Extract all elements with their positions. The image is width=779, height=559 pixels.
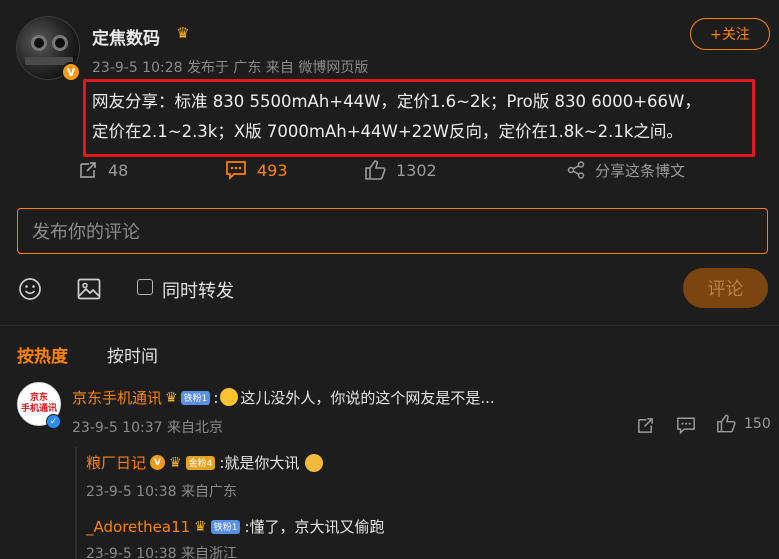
reply-time: 23-9-5 10:38 来自浙江: [86, 546, 237, 559]
comment-count: 493: [257, 160, 288, 180]
fan-badge: 铁粉1: [210, 519, 241, 534]
thumbs-up-icon: [717, 414, 736, 433]
reply-text: :懂了，京大讯又偷跑: [244, 518, 385, 536]
like-button[interactable]: 1302: [364, 158, 437, 182]
author-name[interactable]: 定焦数码: [92, 24, 160, 49]
reply-text: :就是你大讯: [219, 454, 300, 472]
share-label: 分享这条博文: [595, 161, 686, 180]
post-meta: 23-9-5 10:28 发布于 广东 来自 微博网页版: [92, 60, 369, 76]
comment-repost-icon[interactable]: [636, 416, 655, 435]
comment-text-body: 这儿没外人，你说的这个网友是不是...: [240, 389, 495, 407]
doge-emoji-icon: [305, 453, 324, 472]
submit-comment-button[interactable]: 评论: [683, 268, 768, 308]
crown-icon: ♛: [194, 518, 207, 535]
reply-author-name[interactable]: 粮厂日记: [86, 452, 146, 473]
comment-like-count: 150: [744, 415, 771, 432]
commenter-avatar-text-1: 京东: [29, 393, 48, 403]
share-icon: [567, 161, 585, 179]
verified-badge-icon: V: [61, 62, 81, 82]
reply-thread-line: [75, 447, 77, 559]
blue-verified-icon: ✓: [46, 414, 61, 429]
comment-reply-icon[interactable]: [676, 416, 696, 435]
reply-time: 23-9-5 10:38 来自广东: [86, 484, 237, 500]
crown-icon: ♛: [176, 24, 190, 42]
thumbs-up-icon: [365, 160, 386, 180]
comment-time: 23-9-5 10:37 来自北京: [72, 420, 223, 436]
repost-button[interactable]: 48: [78, 158, 128, 182]
share-button[interactable]: 分享这条博文: [567, 158, 685, 182]
comment-text: : 这儿没外人，你说的这个网友是不是...: [213, 388, 495, 407]
fan-badge: 铁粉1: [180, 390, 211, 405]
crown-icon: ♛: [165, 389, 178, 406]
repost-checkbox-label[interactable]: 同时转发: [162, 277, 234, 303]
highlight-box: [83, 79, 755, 157]
tab-sort-time[interactable]: 按时间: [107, 342, 158, 367]
comment-button[interactable]: 493: [225, 158, 288, 182]
reply-row: _Adorethea11 ♛ 铁粉1 :懂了，京大讯又偷跑: [86, 516, 385, 537]
repost-checkbox[interactable]: [137, 279, 153, 295]
reply-author-name[interactable]: _Adorethea11: [86, 518, 190, 536]
comment-input[interactable]: 发布你的评论: [17, 208, 768, 254]
comment-icon: [226, 161, 246, 180]
emoji-icon[interactable]: [17, 276, 43, 302]
image-icon[interactable]: [76, 276, 102, 302]
reply-row: 粮厂日记 V ♛ 金粉4 :就是你大讯: [86, 452, 325, 473]
smiley-emoji-icon: [220, 388, 239, 406]
comment-row: 京东手机通讯 ♛ 铁粉1 : 这儿没外人，你说的这个网友是不是...: [72, 387, 495, 408]
commenter-name[interactable]: 京东手机通讯: [72, 387, 162, 408]
crown-icon: ♛: [169, 454, 182, 471]
follow-button[interactable]: +关注: [690, 18, 770, 50]
divider: [0, 325, 779, 326]
repost-count: 48: [108, 160, 129, 180]
fan-badge: 金粉4: [185, 455, 216, 470]
repost-icon: [80, 162, 96, 178]
verified-badge-icon: V: [150, 455, 166, 470]
comment-like-button[interactable]: 150: [716, 414, 771, 433]
tab-sort-hot[interactable]: 按热度: [17, 342, 68, 367]
like-count: 1302: [396, 160, 437, 180]
